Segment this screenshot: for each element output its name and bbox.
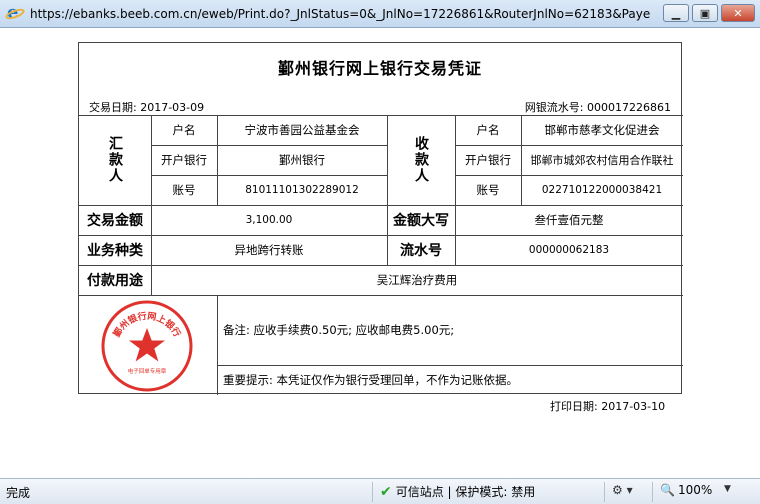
maximize-icon: ▣ [699,6,711,20]
zoom-icon: 🔍 [660,483,675,497]
biz-type-value: 异地跨行转账 [234,243,304,257]
flow-no-label: 流水号 [400,243,442,259]
status-done: 完成 [6,486,31,500]
payee-bank-label: 开户银行 [465,153,511,167]
purpose-label: 付款用途 [87,273,143,289]
amount-upper-value: 叁仟壹佰元整 [534,213,604,227]
payee-bank: 邯郸市城郊农村信用合作联社 [530,154,674,167]
important-notice: 重要提示: 本凭证仅作为银行受理回单，不作为记账依据。 [223,373,519,387]
print-date: 打印日期: 2017-03-10 [550,400,666,413]
trade-date: 交易日期: 2017-03-09 [89,101,205,114]
close-button[interactable]: ✕ [721,4,755,22]
payer-name: 宁波市善园公益基金会 [244,123,360,137]
window-titlebar: e https://ebanks.beeb.com.cn/eweb/Print.… [0,0,760,28]
amount-label: 交易金额 [87,213,143,229]
payee-account: 022710122000038421 [541,184,663,196]
zoom-dropdown-icon[interactable]: ▼ [724,484,731,494]
payer-account-label: 账号 [172,183,196,197]
window-url: https://ebanks.beeb.com.cn/eweb/Print.do… [30,6,650,21]
payer-bank-label: 开户银行 [161,153,207,167]
security-zone-text: 可信站点 | 保护模式: 禁用 [395,485,536,499]
minimize-button[interactable]: ▁ [663,4,689,22]
minimize-icon: ▁ [671,6,681,20]
biz-type-label: 业务种类 [87,243,143,259]
online-serial-number: 网银流水号: 000017226861 [524,101,671,114]
checkmark-icon: ✔ [380,483,392,500]
star-icon [129,328,165,362]
payee-account-label: 账号 [476,183,500,197]
bank-seal-stamp: 鄞州银行网上银行 电子回单专用章 [101,300,193,392]
amount-upper-label: 金额大写 [393,213,449,229]
payer-header: 汇款人 [107,136,123,184]
page-content: 鄞州银行网上银行交易凭证 交易日期: 2017-03-09 网银流水号: 000… [0,28,760,478]
ie-logo-icon: e [4,2,26,23]
zoom-level: 100% [677,483,713,497]
payer-account: 81011101302289012 [245,184,359,196]
flow-no-value: 000000062183 [528,244,610,256]
transaction-voucher: 鄞州银行网上银行交易凭证 交易日期: 2017-03-09 网银流水号: 000… [78,42,683,395]
payee-name-label: 户名 [476,123,500,137]
remark-text: 备注: 应收手续费0.50元; 应收邮电费5.00元; [223,323,455,337]
purpose-value: 吴江辉治疗费用 [376,273,458,287]
stamp-subtext: 电子回单专用章 [128,367,167,375]
trusted-site-zone[interactable]: ✔ 可信站点 | 保护模式: 禁用 [380,483,535,500]
close-icon: ✕ [733,6,743,20]
payee-header: 收款人 [413,136,429,184]
voucher-title: 鄞州银行网上银行交易凭证 [277,59,482,78]
maximize-button[interactable]: ▣ [692,4,718,22]
zoom-control[interactable]: 🔍 100% [660,483,712,497]
status-bar: 完成 ✔ 可信站点 | 保护模式: 禁用 ⚙ ▾ 🔍 100% ▼ [0,478,760,504]
amount-value: 3,100.00 [245,214,293,226]
page-tools-icon[interactable]: ⚙ ▾ [612,483,633,497]
payee-name: 邯郸市慈孝文化促进会 [544,123,660,137]
payer-name-label: 户名 [172,123,196,137]
payer-bank: 鄞州银行 [279,153,325,167]
